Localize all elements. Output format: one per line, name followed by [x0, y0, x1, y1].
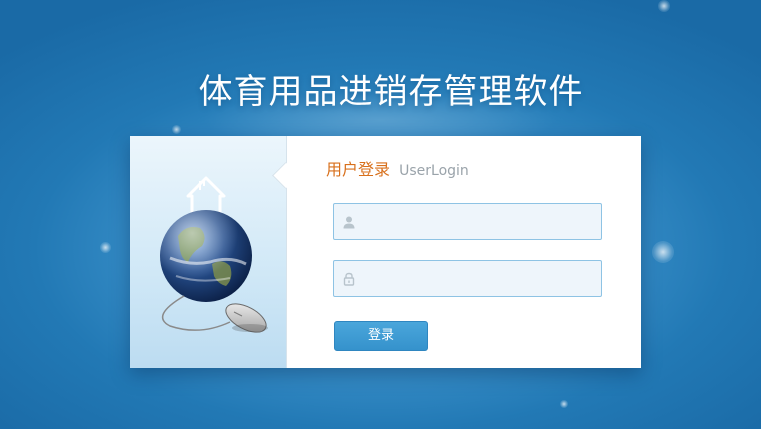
password-input[interactable]: [364, 261, 596, 296]
decorative-bubble: [172, 125, 181, 134]
globe-mouse-illustration: [160, 176, 268, 333]
login-button[interactable]: 登录: [334, 321, 428, 351]
decorative-bubble: [560, 400, 568, 408]
decorative-bubble: [658, 0, 670, 12]
lock-icon: [343, 272, 355, 286]
login-heading-cn: 用户登录: [326, 160, 391, 179]
mouse-icon: [225, 303, 267, 333]
username-field[interactable]: [333, 203, 602, 240]
decorative-bubble: [652, 241, 674, 263]
decorative-bubble: [100, 242, 111, 253]
user-icon: [343, 216, 355, 229]
app-title: 体育用品进销存管理软件: [198, 72, 584, 112]
login-heading: 用户登录 UserLogin: [326, 156, 469, 180]
login-heading-en: UserLogin: [399, 163, 469, 179]
home-icon: [186, 176, 226, 214]
username-input[interactable]: [364, 204, 596, 239]
password-field[interactable]: [333, 260, 602, 297]
login-card: 用户登录 UserLogin 登录: [130, 136, 641, 368]
login-illustration-panel: [130, 136, 287, 368]
